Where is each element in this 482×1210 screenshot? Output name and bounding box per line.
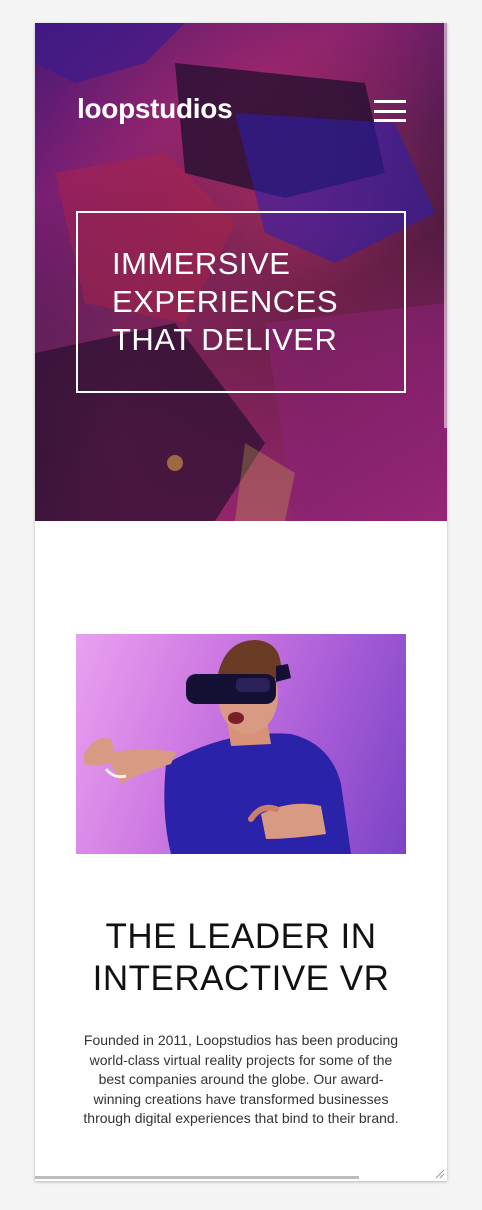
vr-man-image xyxy=(76,634,406,854)
logo[interactable]: loopstudios xyxy=(77,93,233,125)
page-viewport: loopstudios IMMERSIVE EXPERIENCES THAT D… xyxy=(35,23,447,1181)
section-title: THE LEADER IN INTERACTIVE VR xyxy=(92,917,390,998)
resize-grip-icon[interactable] xyxy=(433,1167,445,1179)
section-description: Founded in 2011, Loopstudios has been pr… xyxy=(83,1032,399,1126)
hero-title-box: IMMERSIVE EXPERIENCES THAT DELIVER xyxy=(76,211,406,393)
menu-line xyxy=(374,109,406,113)
hamburger-menu-icon[interactable] xyxy=(374,100,406,122)
vertical-scrollbar[interactable] xyxy=(444,23,447,428)
horizontal-scrollbar[interactable] xyxy=(35,1176,359,1179)
hero-section: loopstudios IMMERSIVE EXPERIENCES THAT D… xyxy=(35,23,447,521)
menu-line xyxy=(374,100,406,103)
hero-title: IMMERSIVE EXPERIENCES THAT DELIVER xyxy=(112,246,339,357)
menu-line xyxy=(374,119,406,122)
